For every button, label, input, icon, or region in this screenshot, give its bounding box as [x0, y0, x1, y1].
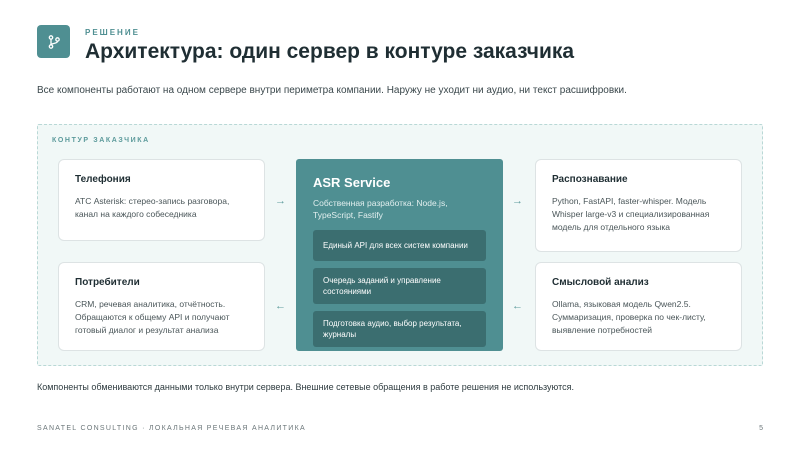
git-branch-icon: [37, 25, 70, 58]
asr-service-subtitle: Собственная разработка: Node.js, TypeScr…: [313, 198, 448, 220]
card-title: Смысловой анализ: [552, 277, 649, 288]
card-title: Распознавание: [552, 174, 628, 185]
asr-service-block: ASR Service Собственная разработка: Node…: [296, 159, 503, 351]
card-consumers: Потребители CRM, речевая аналитика, отчё…: [58, 262, 265, 351]
module-audio-prep: Подготовка аудио, выбор результата, журн…: [313, 311, 486, 347]
arrow-right-icon: →: [275, 195, 286, 207]
page-title: Архитектура: один сервер в контуре заказ…: [85, 40, 575, 63]
card-title: Потребители: [75, 277, 140, 288]
card-recognition: Распознавание Python, FastAPI, faster-wh…: [535, 159, 742, 252]
footnote: Компоненты обмениваются данными только в…: [37, 382, 574, 392]
section-kicker: РЕШЕНИЕ: [85, 28, 140, 37]
arrow-left-icon: ←: [512, 300, 523, 312]
card-semantic-analysis: Смысловой анализ Ollama, языковая модель…: [535, 262, 742, 351]
module-job-queue: Очередь заданий и управление состояниями: [313, 268, 486, 304]
card-title: Телефония: [75, 174, 131, 185]
module-unified-api: Единый API для всех систем компании: [313, 230, 486, 261]
lead-text: Все компоненты работают на одном сервере…: [37, 85, 627, 96]
perimeter-label: КОНТУР ЗАКАЗЧИКА: [52, 137, 150, 144]
page-number: 5: [759, 425, 763, 432]
arrow-left-icon: ←: [275, 300, 286, 312]
arrow-right-icon: →: [512, 195, 523, 207]
asr-service-title: ASR Service: [313, 175, 391, 190]
footer-brand: SANATEL CONSULTING · ЛОКАЛЬНАЯ РЕЧЕВАЯ А…: [37, 425, 306, 432]
card-text: АТС Asterisk: стерео-запись разговора, к…: [75, 196, 230, 219]
card-text: CRM, речевая аналитика, отчётность. Обра…: [75, 299, 230, 335]
card-telephony: Телефония АТС Asterisk: стерео-запись ра…: [58, 159, 265, 241]
card-text: Python, FastAPI, faster-whisper. Модель …: [552, 196, 710, 232]
card-text: Ollama, языковая модель Qwen2.5. Суммари…: [552, 299, 706, 335]
